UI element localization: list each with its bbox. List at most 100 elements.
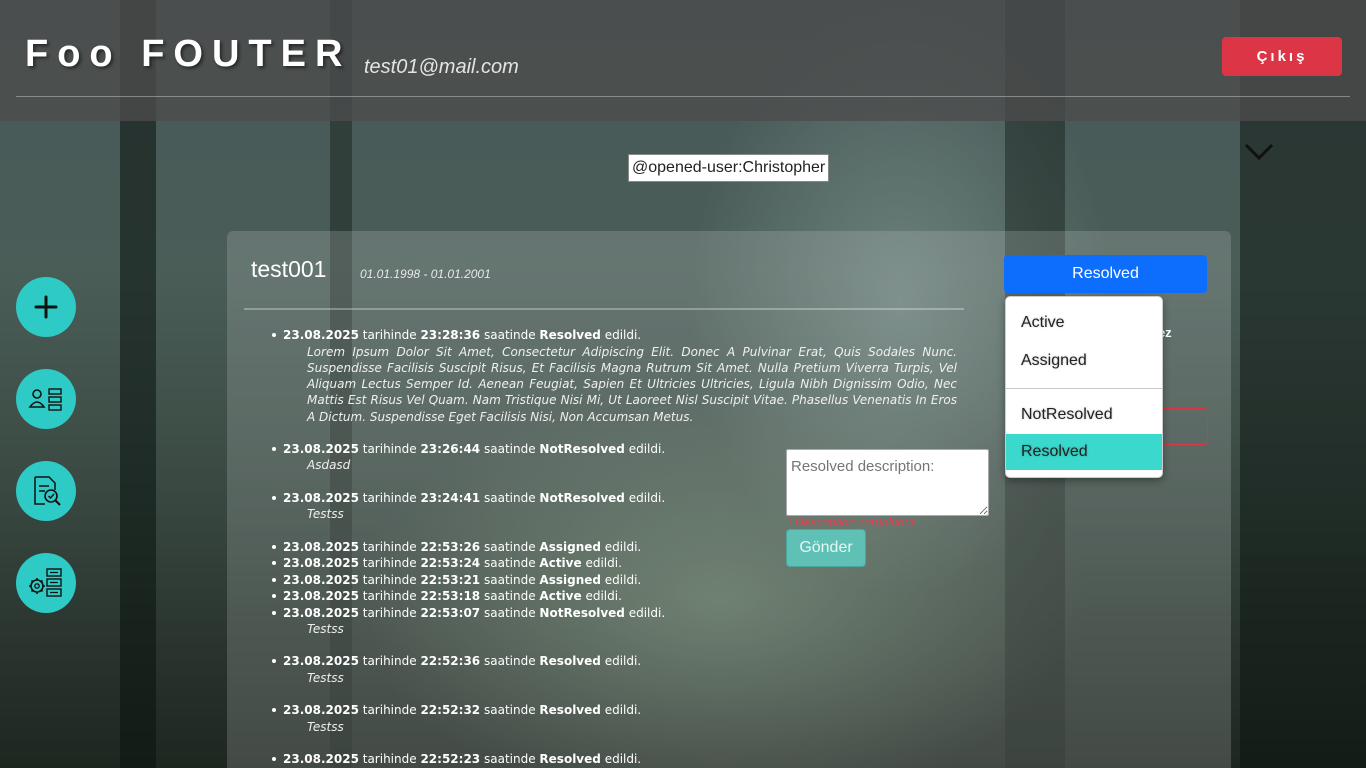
- history-word: tarihinde: [362, 654, 417, 669]
- app-brand: Foo FOUTER: [25, 33, 352, 75]
- history-word: tarihinde: [362, 605, 417, 620]
- history-status: Assigned: [539, 572, 601, 587]
- history-word: tarihinde: [362, 751, 417, 766]
- history-word: saatinde: [483, 589, 536, 604]
- history-date: 23.08.2025: [283, 589, 359, 604]
- resolved-description-input[interactable]: [786, 449, 989, 516]
- user-assign-button[interactable]: [16, 369, 76, 429]
- ticket-divider: [244, 308, 964, 310]
- history-item: 23.08.2025 tarihinde 22:53:07 saatinde N…: [272, 605, 957, 638]
- history-time: 22:53:18: [420, 589, 481, 604]
- header-divider: [16, 96, 1350, 97]
- history-word: saatinde: [483, 572, 536, 587]
- history-date: 23.08.2025: [283, 539, 359, 554]
- status-option-active[interactable]: Active: [1006, 305, 1162, 341]
- history-status: NotResolved: [539, 605, 625, 620]
- history-date: 23.08.2025: [283, 703, 359, 718]
- top-header: Foo FOUTER test01@mail.com Çıkış: [0, 0, 1366, 121]
- description-error-text: * Description zorunludur.: [787, 515, 918, 529]
- ticket-title: test001: [251, 256, 327, 282]
- history-description: Testss: [307, 622, 344, 637]
- history-word: edildi.: [628, 441, 666, 456]
- gear-list-icon: [29, 568, 62, 597]
- history-word: edildi.: [628, 605, 666, 620]
- history-status: NotResolved: [539, 490, 625, 505]
- document-search-icon: [34, 476, 61, 506]
- history-word: tarihinde: [362, 703, 417, 718]
- history-item: 23.08.2025 tarihinde 22:52:32 saatinde R…: [272, 702, 957, 735]
- plus-icon: [34, 295, 58, 319]
- status-option-resolved[interactable]: Resolved: [1006, 434, 1162, 470]
- history-word: edildi.: [604, 328, 642, 342]
- status-option-assigned[interactable]: Assigned: [1006, 343, 1162, 379]
- status-dropdown-menu: Active Assigned NotResolved Resolved: [1005, 296, 1163, 478]
- report-search-button[interactable]: [16, 461, 76, 521]
- history-time: 22:52:32: [420, 703, 481, 718]
- history-item: 23.08.2025 tarihinde 22:53:18 saatinde A…: [272, 588, 957, 605]
- history-word: saatinde: [483, 441, 536, 456]
- history-time: 22:53:07: [420, 605, 481, 620]
- history-word: tarihinde: [362, 539, 417, 554]
- history-word: tarihinde: [362, 572, 417, 587]
- history-status: NotResolved: [539, 441, 625, 456]
- history-word: edildi.: [604, 703, 642, 718]
- history-time: 22:52:36: [420, 654, 481, 669]
- history-word: edildi.: [604, 751, 642, 766]
- history-word: edildi.: [604, 572, 642, 587]
- status-option-notresolved[interactable]: NotResolved: [1006, 397, 1162, 433]
- history-word: edildi.: [585, 589, 622, 604]
- logout-button[interactable]: Çıkış: [1222, 37, 1342, 76]
- user-email: test01@mail.com: [364, 56, 519, 78]
- add-button[interactable]: [16, 277, 76, 337]
- history-description: Testss: [307, 719, 344, 734]
- history-time: 23:24:41: [420, 490, 481, 505]
- history-time: 22:53:21: [420, 572, 481, 587]
- history-status: Resolved: [539, 328, 601, 342]
- history-word: edildi.: [604, 539, 642, 554]
- history-word: saatinde: [483, 605, 536, 620]
- history-word: saatinde: [483, 654, 536, 669]
- history-status: Resolved: [539, 654, 601, 669]
- history-word: edildi.: [585, 556, 622, 571]
- history-time: 22:53:26: [420, 539, 481, 554]
- history-item: 23.08.2025 tarihinde 23:28:36 saatinde R…: [272, 327, 957, 425]
- ticket-date-range: 01.01.1998 - 01.01.2001: [360, 267, 491, 281]
- history-date: 23.08.2025: [283, 328, 359, 342]
- history-status: Assigned: [539, 539, 601, 554]
- history-word: edildi.: [604, 654, 642, 669]
- history-item: 23.08.2025 tarihinde 22:52:23 saatinde R…: [272, 751, 957, 768]
- settings-list-button[interactable]: [16, 553, 76, 613]
- opened-user-tag: @opened-user:Christopher: [628, 154, 830, 182]
- history-time: 22:53:24: [420, 556, 481, 571]
- history-word: tarihinde: [362, 556, 417, 571]
- history-date: 23.08.2025: [283, 605, 359, 620]
- history-time: 23:26:44: [420, 441, 481, 456]
- history-date: 23.08.2025: [283, 751, 359, 766]
- chevron-down-icon[interactable]: [1244, 142, 1274, 162]
- history-date: 23.08.2025: [283, 490, 359, 505]
- submit-button[interactable]: Gönder: [786, 529, 866, 567]
- history-word: saatinde: [483, 490, 536, 505]
- history-date: 23.08.2025: [283, 556, 359, 571]
- history-word: saatinde: [483, 556, 536, 571]
- history-time: 22:52:23: [420, 751, 481, 766]
- dropdown-divider: [1006, 388, 1162, 389]
- history-status: Resolved: [539, 703, 601, 718]
- history-word: tarihinde: [362, 328, 417, 342]
- history-word: saatinde: [483, 703, 536, 718]
- history-word: saatinde: [483, 328, 536, 342]
- history-item: 23.08.2025 tarihinde 22:52:36 saatinde R…: [272, 653, 957, 686]
- history-word: edildi.: [628, 490, 666, 505]
- status-select[interactable]: Resolved: [1004, 255, 1207, 293]
- history-item: 23.08.2025 tarihinde 22:53:21 saatinde A…: [272, 572, 957, 589]
- history-word: tarihinde: [362, 490, 417, 505]
- history-status: Resolved: [539, 751, 601, 766]
- history-word: tarihinde: [362, 589, 417, 604]
- history-status: Active: [539, 556, 582, 571]
- history-date: 23.08.2025: [283, 654, 359, 669]
- history-word: tarihinde: [362, 441, 417, 456]
- user-list-icon: [28, 388, 62, 411]
- history-date: 23.08.2025: [283, 572, 359, 587]
- history-word: saatinde: [483, 751, 536, 766]
- history-status: Active: [539, 589, 582, 604]
